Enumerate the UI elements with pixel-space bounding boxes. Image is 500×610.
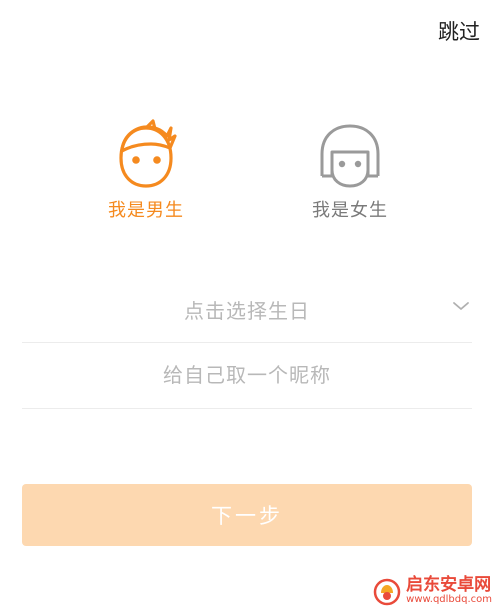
skip-button[interactable]: 跳过 xyxy=(438,16,480,46)
gender-label-male: 我是男生 xyxy=(108,200,184,221)
girl-face-icon xyxy=(320,124,380,188)
gender-option-female[interactable]: 我是女生 xyxy=(290,118,410,222)
watermark-name: 启东安卓网 xyxy=(406,574,492,595)
boy-face-icon xyxy=(119,119,177,188)
watermark-url: www.qdlbdq.com xyxy=(406,593,492,605)
gender-label-female: 我是女生 xyxy=(312,200,388,221)
nickname-input[interactable] xyxy=(22,362,472,388)
nickname-row xyxy=(22,342,472,409)
gender-option-male[interactable]: 我是男生 xyxy=(86,118,206,222)
watermark: 启东安卓网 www.qdlbdq.com xyxy=(372,576,492,606)
birthday-picker[interactable]: 点击选择生日 xyxy=(22,276,472,343)
watermark-logo-icon xyxy=(373,578,401,606)
birthday-placeholder: 点击选择生日 xyxy=(184,298,310,323)
chevron-down-icon xyxy=(453,302,469,310)
next-step-button[interactable]: 下一步 xyxy=(22,484,472,546)
